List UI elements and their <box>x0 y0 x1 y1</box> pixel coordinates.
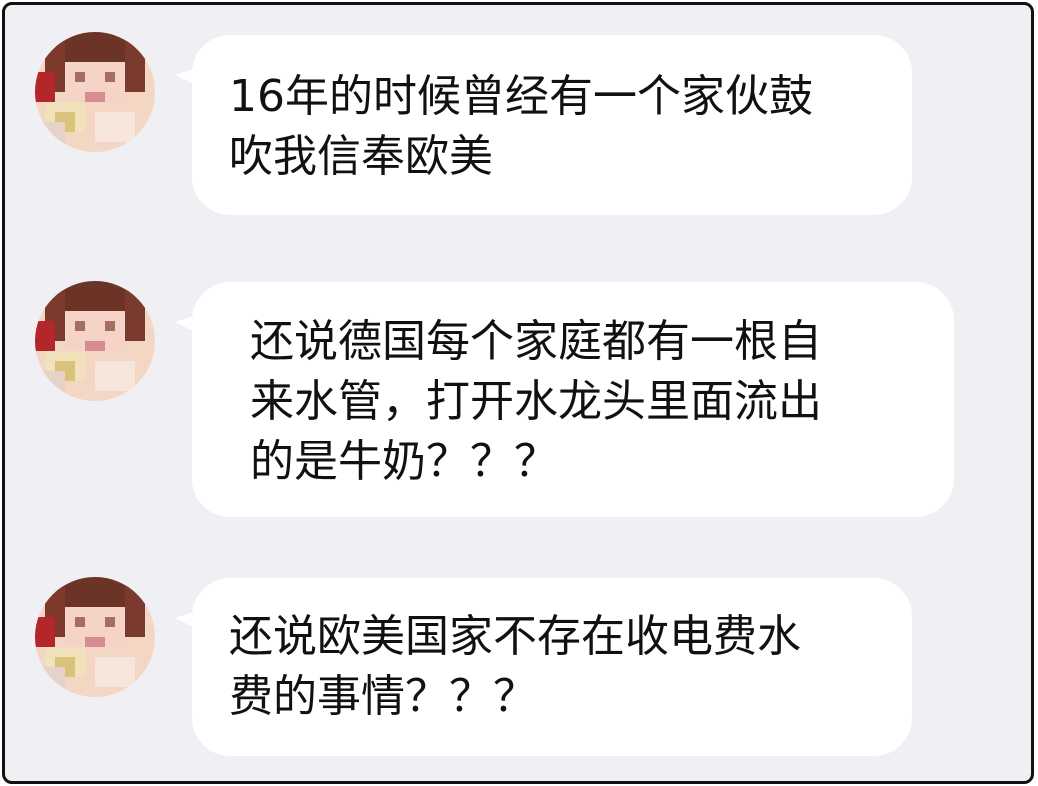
message-text: 还说欧美国家不存在收电费水 费的事情？？？ <box>229 611 801 722</box>
chat-screenshot-frame: 16年的时候曾经有一个家伙鼓 吹我信奉欧美 还说德国每个家庭都有一根自 来水管，… <box>2 2 1034 784</box>
message-bubble[interactable]: 还说德国每个家庭都有一根自 来水管，打开水龙头里面流出 的是牛奶？？？ <box>192 282 954 517</box>
pixelated-avatar-icon <box>35 32 155 152</box>
pixelated-avatar-icon <box>35 577 155 697</box>
message-text: 还说德国每个家庭都有一根自 来水管，打开水龙头里面流出 的是牛奶？？？ <box>250 316 822 487</box>
avatar[interactable] <box>35 281 155 401</box>
message-bubble[interactable]: 还说欧美国家不存在收电费水 费的事情？？？ <box>192 578 912 756</box>
message-bubble[interactable]: 16年的时候曾经有一个家伙鼓 吹我信奉欧美 <box>192 35 912 215</box>
avatar[interactable] <box>35 32 155 152</box>
message-text: 16年的时候曾经有一个家伙鼓 吹我信奉欧美 <box>229 71 813 182</box>
avatar[interactable] <box>35 577 155 697</box>
pixelated-avatar-icon <box>35 281 155 401</box>
